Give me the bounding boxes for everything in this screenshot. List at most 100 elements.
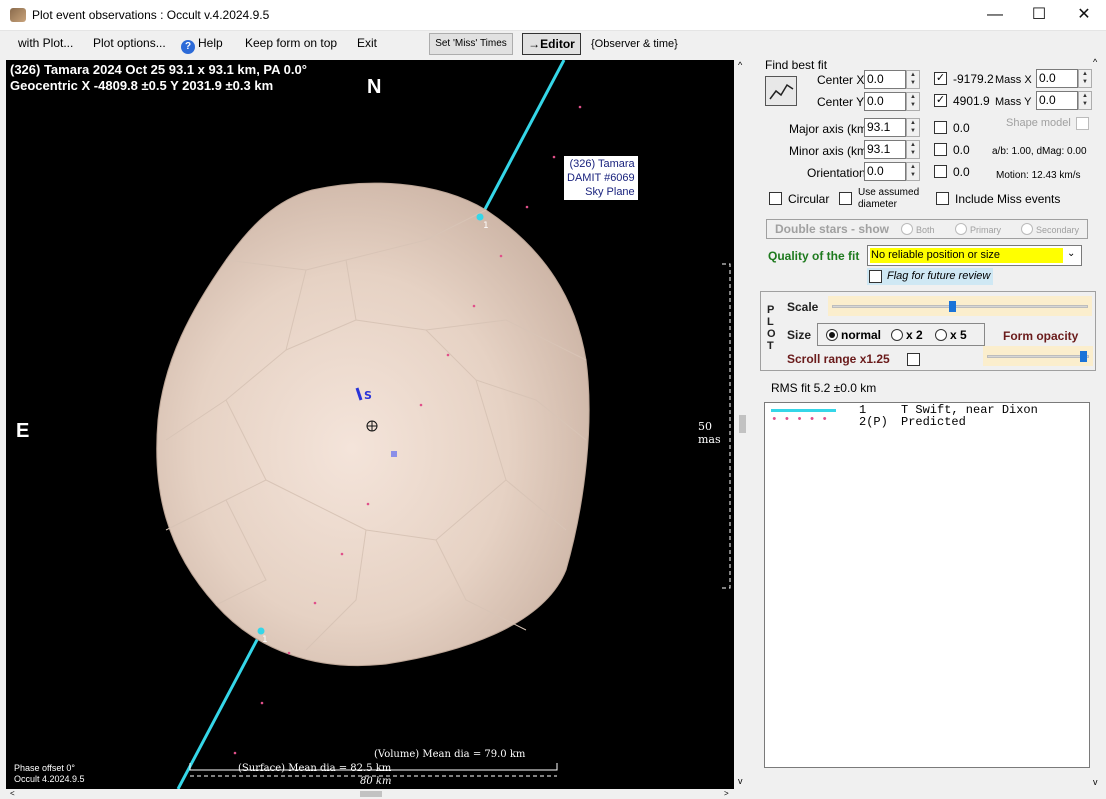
size-x2-radio-icon bbox=[891, 329, 903, 341]
panel-scroll-down-icon[interactable]: v bbox=[1093, 777, 1098, 787]
flag-review-checkbox[interactable] bbox=[869, 270, 882, 283]
center-y-label: Center Y bbox=[817, 95, 865, 109]
predicted-dot bbox=[260, 701, 264, 705]
center-x-spinner[interactable]: ▲ ▼ bbox=[906, 70, 920, 89]
plot-controls-group: P L O T Scale Size normal x 2 x 5 Form o… bbox=[760, 291, 1096, 371]
use-assumed-label: Use assumed diameter bbox=[858, 187, 919, 211]
center-y-spinner[interactable]: ▲ ▼ bbox=[906, 92, 920, 111]
scroll-left-icon[interactable]: < bbox=[10, 789, 15, 798]
center-x-input[interactable]: 0.0 bbox=[864, 70, 906, 89]
scroll-right-icon[interactable]: > bbox=[724, 789, 729, 798]
mass-x-label: Mass X bbox=[995, 74, 1032, 86]
circular-checkbox[interactable] bbox=[769, 192, 782, 205]
north-label: N bbox=[367, 76, 382, 98]
scroll-range-checkbox[interactable] bbox=[907, 353, 920, 366]
secondary-radio[interactable]: Secondary bbox=[1021, 223, 1079, 235]
close-button[interactable]: ✕ bbox=[1061, 0, 1106, 30]
predicted-dot bbox=[499, 254, 503, 258]
menu-help[interactable]: ? Help bbox=[181, 36, 223, 54]
use-assumed-checkbox[interactable] bbox=[839, 192, 852, 205]
minor-axis-label: Minor axis (km) bbox=[789, 144, 872, 158]
predicted-dot bbox=[233, 751, 237, 755]
vertical-scrollbar[interactable]: ^ v bbox=[736, 60, 749, 789]
vertical-scroll-thumb[interactable] bbox=[739, 415, 746, 433]
orientation-fit-value: 0.0 bbox=[953, 165, 970, 179]
y-fit-checkbox[interactable]: ✓ bbox=[934, 94, 947, 107]
predicted-dot bbox=[446, 353, 450, 357]
both-radio-icon bbox=[901, 223, 913, 235]
scroll-range-label: Scroll range x1.25 bbox=[787, 352, 890, 366]
x-fit-checkbox[interactable]: ✓ bbox=[934, 72, 947, 85]
size-x5-radio[interactable]: x 5 bbox=[935, 328, 967, 342]
include-miss-label: Include Miss events bbox=[955, 192, 1061, 206]
editor-button[interactable]: →Editor bbox=[522, 33, 581, 55]
maximize-button[interactable]: ☐ bbox=[1016, 0, 1062, 30]
major-axis-checkbox[interactable] bbox=[934, 121, 947, 134]
scroll-up-icon[interactable]: ^ bbox=[738, 60, 742, 70]
object-label-plane: Sky Plane bbox=[585, 186, 635, 198]
y-fit-value: 4901.9 bbox=[953, 94, 990, 108]
include-miss-checkbox[interactable] bbox=[936, 192, 949, 205]
predicted-dot bbox=[366, 502, 370, 506]
minimize-button[interactable]: — bbox=[972, 0, 1018, 30]
mass-y-input[interactable]: 0.0 bbox=[1036, 91, 1078, 110]
opacity-slider-thumb[interactable] bbox=[1080, 351, 1088, 362]
east-label: E bbox=[16, 420, 30, 442]
quality-dropdown[interactable]: No reliable position or size ⌄ bbox=[867, 245, 1082, 266]
object-label-damit: DAMIT #6069 bbox=[567, 172, 635, 184]
double-stars-group: Double stars - show Both Primary Seconda… bbox=[766, 219, 1088, 239]
major-axis-input[interactable]: 93.1 bbox=[864, 118, 906, 137]
orientation-checkbox[interactable] bbox=[934, 165, 947, 178]
predicted-dot bbox=[578, 105, 582, 109]
surface-mean-dia: (Surface) Mean dia = 82.5 km bbox=[238, 763, 392, 774]
mass-x-input[interactable]: 0.0 bbox=[1036, 69, 1078, 88]
menu-keep-on-top[interactable]: Keep form on top bbox=[245, 36, 337, 50]
horizontal-scroll-thumb[interactable] bbox=[360, 791, 382, 797]
plot-area[interactable]: 1 1 S (326) Tamara 2024 Oct 25 93.1 x 93… bbox=[6, 60, 734, 789]
chord-label-2: 1 bbox=[262, 635, 268, 645]
object-label-name: (326) Tamara bbox=[569, 158, 635, 170]
observer-legend[interactable]: 1 T Swift, near Dixon ••••• 2(P) Predict… bbox=[764, 402, 1090, 768]
rms-fit-label: RMS fit 5.2 ±0.0 km bbox=[771, 381, 877, 395]
menu-with-plot[interactable]: with Plot... bbox=[18, 36, 73, 50]
legend-line-observer bbox=[771, 409, 836, 412]
predicted-dot bbox=[472, 304, 476, 308]
chord-label-1: 1 bbox=[483, 221, 489, 231]
scale-slider[interactable] bbox=[828, 296, 1092, 316]
both-radio[interactable]: Both bbox=[901, 223, 935, 235]
orientation-spinner[interactable]: ▲ ▼ bbox=[906, 162, 920, 181]
find-best-fit-label: Find best fit bbox=[765, 58, 828, 72]
km-scale-label: 80 km bbox=[360, 776, 392, 787]
scroll-down-icon[interactable]: v bbox=[738, 776, 743, 786]
minor-axis-spinner[interactable]: ▲ ▼ bbox=[906, 140, 920, 159]
horizontal-scrollbar[interactable]: < > bbox=[6, 789, 734, 799]
size-normal-label: normal bbox=[841, 328, 882, 342]
set-miss-times-button[interactable]: Set 'Miss' Times bbox=[429, 33, 513, 55]
opacity-slider[interactable] bbox=[983, 346, 1093, 366]
size-normal-radio[interactable]: normal bbox=[826, 328, 881, 342]
scale-slider-thumb[interactable] bbox=[949, 301, 957, 312]
panel-scroll-up-icon[interactable]: ^ bbox=[1093, 57, 1097, 67]
center-y-input[interactable]: 0.0 bbox=[864, 92, 906, 111]
plot-header-line2: Geocentric X -4809.8 ±0.5 Y 2031.9 ±0.3 … bbox=[10, 78, 274, 93]
mass-x-spinner[interactable]: ▲ ▼ bbox=[1078, 69, 1092, 88]
major-axis-spinner[interactable]: ▲ ▼ bbox=[906, 118, 920, 137]
shape-model-checkbox[interactable] bbox=[1076, 117, 1089, 130]
mass-y-spinner[interactable]: ▲ ▼ bbox=[1078, 91, 1092, 110]
menu-help-label: Help bbox=[198, 36, 223, 50]
best-fit-button[interactable] bbox=[765, 76, 797, 106]
center-crosshair-icon bbox=[366, 420, 378, 432]
minor-axis-input[interactable]: 93.1 bbox=[864, 140, 906, 159]
menu-plot-options[interactable]: Plot options... bbox=[93, 36, 166, 50]
legend-dots-predicted: ••••• bbox=[771, 414, 835, 426]
plot-vertical-label: P L O T bbox=[767, 304, 776, 352]
primary-radio[interactable]: Primary bbox=[955, 223, 1001, 235]
minor-axis-checkbox[interactable] bbox=[934, 143, 947, 156]
observer-time-link[interactable]: {Observer & time} bbox=[591, 38, 678, 50]
size-x2-radio[interactable]: x 2 bbox=[891, 328, 923, 342]
window-title: Plot event observations : Occult v.4.202… bbox=[32, 8, 270, 22]
orientation-input[interactable]: 0.0 bbox=[864, 162, 906, 181]
primary-radio-label: Primary bbox=[970, 225, 1001, 235]
plot-header: (326) Tamara 2024 Oct 25 93.1 x 93.1 km,… bbox=[10, 62, 307, 94]
menu-exit[interactable]: Exit bbox=[357, 36, 377, 50]
